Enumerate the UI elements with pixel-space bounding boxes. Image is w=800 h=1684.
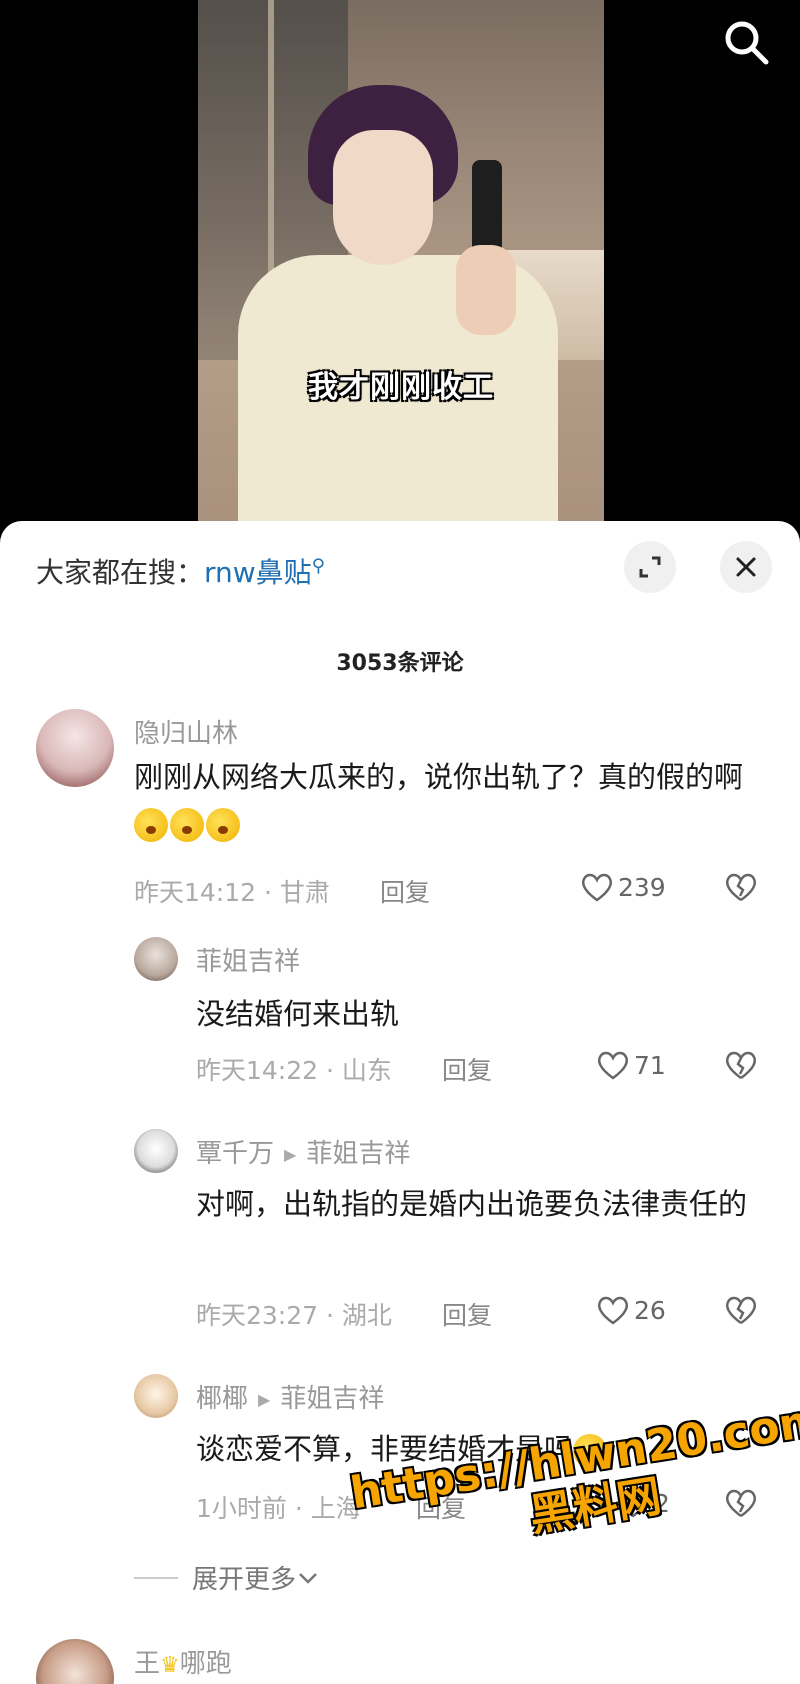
avatar[interactable] bbox=[134, 1129, 178, 1173]
expand-more-replies[interactable]: 展开更多 bbox=[134, 1559, 320, 1596]
search-icon[interactable] bbox=[720, 16, 772, 68]
hot-search-term[interactable]: rnw鼻贴 bbox=[204, 556, 312, 589]
comment-username[interactable]: 菲姐吉祥 bbox=[196, 941, 300, 978]
dislike-button[interactable] bbox=[724, 1049, 758, 1085]
shocked-emoji-icon bbox=[134, 808, 168, 842]
comment-username[interactable]: 隐归山林 bbox=[134, 713, 238, 750]
like-count: 239 bbox=[618, 872, 666, 902]
comment-username[interactable]: 椰椰 ▶ 菲姐吉祥 bbox=[196, 1378, 384, 1415]
broken-heart-icon bbox=[725, 1051, 757, 1080]
avatar[interactable] bbox=[36, 1639, 114, 1684]
avatar[interactable] bbox=[36, 709, 114, 787]
reply-arrow-icon: ▶ bbox=[258, 1390, 271, 1409]
reply-to-user: 菲姐吉祥 bbox=[280, 1384, 385, 1414]
glass-frame bbox=[268, 0, 274, 300]
close-icon bbox=[736, 557, 756, 577]
like-button[interactable]: 2 bbox=[616, 1487, 670, 1519]
expand-icon bbox=[639, 556, 661, 578]
heart-icon bbox=[597, 1051, 629, 1080]
reply-button[interactable]: 回复 bbox=[416, 1489, 466, 1525]
broken-heart-icon bbox=[725, 873, 757, 902]
heart-icon bbox=[581, 873, 613, 902]
dislike-button[interactable] bbox=[724, 1487, 758, 1523]
laughing-crying-emoji-icon bbox=[573, 1434, 608, 1468]
comment-username[interactable]: 王♛哪跑 bbox=[134, 1643, 232, 1680]
close-button[interactable] bbox=[720, 541, 772, 593]
reply-button[interactable]: 回复 bbox=[380, 873, 430, 909]
avatar[interactable] bbox=[134, 1374, 178, 1418]
heart-icon bbox=[617, 1489, 649, 1518]
hot-search-label: 大家都在搜： bbox=[36, 556, 205, 589]
comment-text: 刚刚从网络大瓜来的，说你出轨了？真的假的啊 bbox=[134, 754, 754, 846]
video-subtitle: 我才刚刚收工 bbox=[308, 370, 494, 405]
crown-icon: ♛ bbox=[160, 1653, 180, 1678]
person-face bbox=[333, 130, 433, 265]
broken-heart-icon bbox=[725, 1489, 757, 1518]
comment-text: 没结婚何来出轨 bbox=[196, 997, 400, 1031]
divider-line bbox=[134, 1576, 178, 1579]
comment-text: 对啊，出轨指的是婚内出诡要负法律责任的 bbox=[196, 1187, 748, 1221]
comment-sheet: 大家都在搜：rnw鼻贴⚲ 3053条评论 隐归山林 刚刚从网络大瓜来的，说你出轨… bbox=[0, 521, 800, 1684]
comment-meta: 昨天14:12 · 甘肃 bbox=[134, 878, 330, 907]
dislike-button[interactable] bbox=[724, 1294, 758, 1330]
like-count: 71 bbox=[634, 1050, 666, 1080]
reply-button[interactable]: 回复 bbox=[442, 1051, 492, 1087]
comment-meta: 1小时前 · 上海 bbox=[196, 1494, 361, 1523]
dislike-button[interactable] bbox=[724, 871, 758, 907]
like-count: 26 bbox=[634, 1295, 666, 1325]
heart-icon bbox=[597, 1296, 629, 1325]
reply-arrow-icon: ▶ bbox=[284, 1145, 297, 1164]
comment-meta: 昨天23:27 · 湖北 bbox=[196, 1301, 392, 1330]
expand-more-label: 展开更多 bbox=[192, 1565, 297, 1595]
reply-button[interactable]: 回复 bbox=[442, 1296, 492, 1332]
video-player[interactable]: 我才刚刚收工 bbox=[198, 0, 604, 540]
avatar[interactable] bbox=[134, 937, 178, 981]
comment-text: 谈恋爱不算，非要结婚才是吗 bbox=[196, 1426, 766, 1472]
shocked-emoji-icon bbox=[170, 808, 204, 842]
shocked-emoji-icon bbox=[206, 808, 240, 842]
expand-button[interactable] bbox=[624, 541, 676, 593]
like-button[interactable]: 71 bbox=[596, 1049, 666, 1081]
like-button[interactable]: 239 bbox=[580, 871, 666, 903]
comment-username[interactable]: 覃千万 ▶ 菲姐吉祥 bbox=[196, 1133, 410, 1170]
search-small-icon: ⚲ bbox=[311, 555, 325, 577]
person-hand bbox=[456, 245, 516, 335]
comment-count: 3053条评论 bbox=[336, 651, 464, 676]
chevron-down-icon bbox=[299, 1572, 317, 1584]
like-button[interactable]: 26 bbox=[596, 1294, 666, 1326]
reply-to-user: 菲姐吉祥 bbox=[306, 1139, 411, 1169]
broken-heart-icon bbox=[725, 1296, 757, 1325]
like-count: 2 bbox=[654, 1488, 670, 1518]
hot-search-bar: 大家都在搜：rnw鼻贴⚲ bbox=[36, 551, 325, 591]
comment-meta: 昨天14:22 · 山东 bbox=[196, 1056, 392, 1085]
